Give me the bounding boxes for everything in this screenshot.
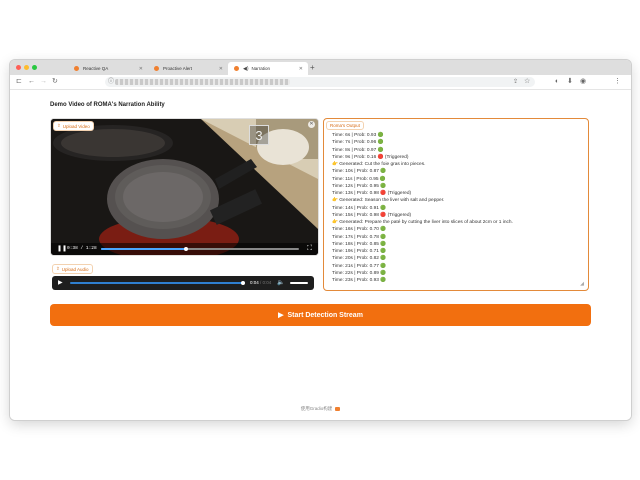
sidebar-toggle-icon[interactable]: ⊏ [16, 77, 22, 86]
audio-current-time: 0:04 [250, 280, 259, 285]
output-line: Time: 11s | Prob: 0.95 🟢 [332, 176, 386, 182]
start-detection-label: Start Detection Stream [287, 311, 363, 319]
play-icon: ▶ [278, 312, 284, 319]
close-tab-icon[interactable]: ✕ [299, 66, 303, 72]
output-line: Time: 9s | Prob: 0.16 🔴 (Triggered) [332, 154, 409, 160]
output-line: Time: 19s | Prob: 0.71 🟢 [332, 249, 387, 254]
speaker-icon[interactable]: ◀) [243, 66, 249, 72]
maximize-window-dot[interactable] [32, 65, 37, 70]
start-detection-button[interactable]: ▶ Start Detection Stream [50, 304, 591, 326]
video-progress-fill [101, 248, 187, 250]
output-line: 👉 Generated: Cut the foie gras into piec… [332, 162, 426, 167]
tab-bar: Reactive QA ✕ Proactive Alert ✕ ◀) Narra… [10, 60, 631, 75]
video-controls: ❚❚ 0:38 / 1:28 ⛶ [51, 243, 318, 255]
close-tab-icon[interactable]: ✕ [219, 66, 223, 72]
browser-window: Reactive QA ✕ Proactive Alert ✕ ◀) Narra… [10, 60, 631, 420]
output-line: 👉 Generated: Season the liver with salt … [332, 198, 445, 204]
output-line: Time: 14s | Prob: 0.91 🟢 [332, 205, 387, 211]
page-content: Demo Video of ROMA's Narration Ability ⇪… [10, 90, 631, 420]
upload-video-label: ⇪ Upload Video [53, 121, 94, 131]
gradio-favicon-icon [74, 66, 79, 71]
upload-icon: ⇪ [57, 123, 61, 128]
gradio-favicon-icon [234, 66, 239, 71]
video-frame [51, 119, 318, 255]
tab-proactive-alert[interactable]: Proactive Alert ✕ [148, 62, 228, 75]
video-time: 0:38 / 1:28 [67, 246, 97, 251]
output-line: Time: 8s | Prob: 0.97 🟢 [332, 147, 384, 153]
video-progress-bar[interactable] [101, 247, 299, 251]
resize-handle-icon[interactable]: ◢ [580, 281, 584, 287]
output-line: 👉 Generated: Prepare the paté by cutting… [332, 220, 513, 225]
roma-output-label: Roma's Output [326, 121, 364, 130]
output-line: Time: 16s | Prob: 0.70 🟢 [332, 227, 387, 233]
profile-avatar-icon[interactable]: ◉ [580, 77, 586, 86]
browser-toolbar: ⊏ ← → ↻ ⓘ ⇪ ☆ ◐ ⬇ ◉ ⋮ [10, 75, 631, 90]
audio-player[interactable]: ▶ 0:04 / 0:04 🔈 [52, 276, 314, 290]
output-line: Time: 6s | Prob: 0.93 🟢 [332, 133, 384, 138]
tab-label: Reactive QA [83, 66, 109, 71]
close-tab-icon[interactable]: ✕ [139, 66, 143, 72]
output-log: Time: 6s | Prob: 0.93 🟢 Time: 7s | Prob: … [332, 132, 582, 284]
audio-time: 0:04 / 0:04 [250, 280, 271, 285]
upload-video-text: Upload Video [62, 123, 90, 129]
url-text-redacted [115, 79, 290, 85]
reload-icon[interactable]: ↻ [52, 77, 58, 86]
upload-audio-text: Upload Audio [61, 266, 89, 272]
roma-output-panel[interactable]: Roma's Output Time: 6s | Prob: 0.93 🟢 Tim… [323, 118, 589, 291]
fullscreen-icon[interactable]: ⛶ [307, 245, 312, 253]
output-line: Time: 12s | Prob: 0.95 🟢 [332, 183, 387, 189]
site-info-icon[interactable]: ⓘ [108, 78, 114, 87]
output-line: Time: 18s | Prob: 0.85 🟢 [332, 241, 387, 247]
clear-video-icon[interactable]: ✕ [308, 121, 315, 128]
roma-output-text: Roma's Output [330, 123, 360, 128]
upload-audio-label: ⇪ Upload Audio [52, 264, 93, 274]
tab-label: Narration [251, 66, 271, 71]
extension-icon[interactable]: ◐ [555, 77, 559, 86]
share-icon[interactable]: ⇪ [513, 78, 518, 87]
video-player[interactable]: ⇪ Upload Video ✕ 3 ❚❚ 0:38 / 1:28 ⛶ [50, 118, 319, 256]
audio-total-time: / 0:04 [260, 280, 272, 285]
output-line: Time: 7s | Prob: 0.96 🟢 [332, 140, 384, 146]
tab-reactive-qa[interactable]: Reactive QA ✕ [68, 62, 148, 75]
output-line: Time: 21s | Prob: 0.77 🟢 [332, 263, 387, 269]
output-line: Time: 15s | Prob: 0.98 🔴 (Triggered) [332, 212, 412, 218]
minimize-window-dot[interactable] [24, 65, 29, 70]
footer: 使用Gradio构建 [10, 406, 631, 412]
download-icon[interactable]: ⬇ [567, 77, 573, 86]
output-line: Time: 23s | Prob: 0.93 🟢 [332, 278, 387, 283]
play-icon[interactable]: ▶ [58, 279, 63, 286]
upload-icon: ⇪ [56, 266, 60, 271]
bookmark-star-icon[interactable]: ☆ [524, 77, 530, 86]
new-tab-button[interactable]: + [310, 63, 315, 72]
footer-text: 使用Gradio构建 [300, 406, 333, 411]
output-line: Time: 22s | Prob: 0.89 🟢 [332, 270, 387, 276]
audio-progress-bar[interactable] [70, 281, 245, 285]
address-bar[interactable]: ⓘ ⇪ ☆ [105, 77, 535, 87]
menu-icon[interactable]: ⋮ [614, 77, 621, 86]
volume-slider[interactable] [290, 282, 308, 284]
page-title: Demo Video of ROMA's Narration Ability [50, 102, 165, 108]
tab-narration[interactable]: ◀) Narration ✕ [228, 62, 308, 75]
close-window-dot[interactable] [16, 65, 21, 70]
output-line: Time: 20s | Prob: 0.82 🟢 [332, 256, 387, 262]
pause-icon[interactable]: ❚❚ [57, 245, 67, 252]
gradio-logo-icon [335, 406, 341, 411]
video-scrub-handle[interactable] [184, 247, 189, 251]
gradio-favicon-icon [154, 66, 159, 71]
output-line: Time: 17s | Prob: 0.78 🟢 [332, 234, 387, 240]
volume-icon[interactable]: 🔈 [277, 279, 284, 286]
forward-arrow-icon[interactable]: → [40, 77, 47, 86]
video-overlay-number: 3 [249, 125, 269, 145]
audio-scrub-handle[interactable] [241, 281, 245, 285]
tab-label: Proactive Alert [163, 66, 193, 71]
output-line: Time: 13s | Prob: 0.98 🔴 (Triggered) [332, 191, 412, 196]
output-line: Time: 10s | Prob: 0.87 🟢 [332, 169, 387, 175]
back-arrow-icon[interactable]: ← [28, 77, 35, 86]
